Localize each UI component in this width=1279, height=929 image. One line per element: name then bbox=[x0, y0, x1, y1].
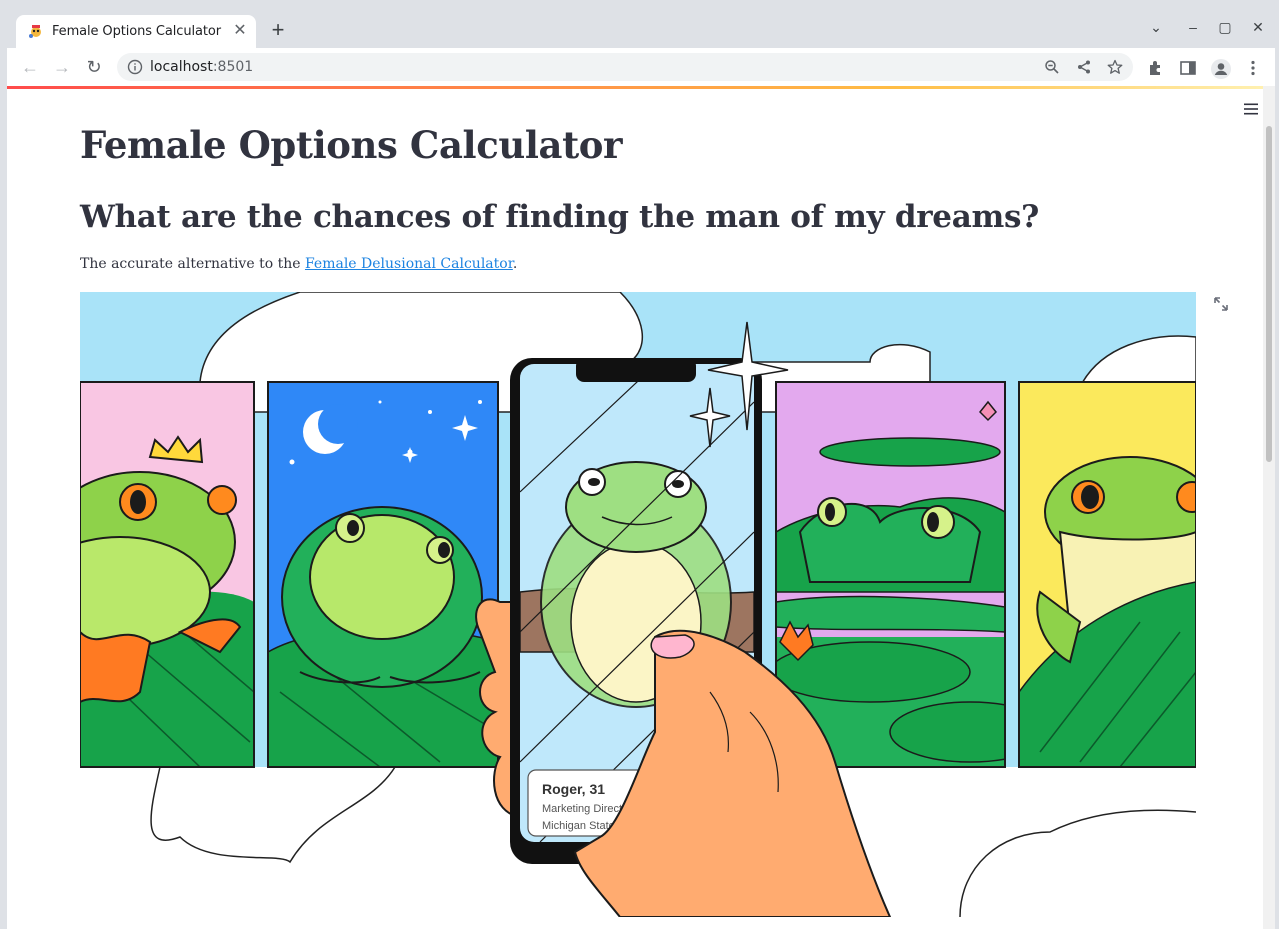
side-panel-icon[interactable] bbox=[1179, 59, 1197, 77]
new-tab-icon[interactable]: + bbox=[267, 19, 289, 42]
profile-name: Roger, 31 bbox=[542, 781, 605, 797]
hero-illustration: Roger, 31 Marketing Director Michigan St… bbox=[80, 292, 1196, 917]
app-menu-icon[interactable] bbox=[1243, 102, 1259, 116]
scrollbar-thumb[interactable] bbox=[1266, 126, 1272, 462]
profile-avatar-icon[interactable] bbox=[1210, 58, 1232, 80]
maximize-icon[interactable]: ▢ bbox=[1211, 16, 1239, 38]
page-title: Female Options Calculator bbox=[80, 123, 623, 167]
delusional-calculator-link[interactable]: Female Delusional Calculator bbox=[305, 256, 513, 272]
page-subtitle: What are the chances of finding the man … bbox=[80, 199, 1039, 235]
url-text[interactable]: localhost:8501 bbox=[150, 59, 253, 75]
streamlit-favicon-icon bbox=[29, 25, 41, 38]
address-bar[interactable]: localhost:8501 bbox=[117, 53, 1133, 81]
header-decoration bbox=[7, 86, 1275, 89]
intro-text: The accurate alternative to the Female D… bbox=[80, 256, 518, 272]
close-window-icon[interactable]: ✕ bbox=[1244, 16, 1272, 38]
back-icon[interactable]: ← bbox=[19, 56, 41, 78]
forward-icon[interactable]: → bbox=[51, 56, 73, 78]
extensions-icon[interactable] bbox=[1147, 59, 1165, 77]
minimize-icon[interactable]: – bbox=[1179, 16, 1207, 38]
site-info-icon[interactable] bbox=[127, 59, 143, 75]
tab-search-icon[interactable]: ⌄ bbox=[1142, 16, 1170, 38]
tab-title: Female Options Calculator bbox=[52, 24, 221, 39]
browser-toolbar: ← → ↻ localhost:8501 bbox=[7, 48, 1275, 86]
share-icon[interactable] bbox=[1076, 59, 1092, 75]
tab-strip: Female Options Calculator ✕ + ⌄ – ▢ ✕ bbox=[7, 6, 1275, 48]
browser-menu-icon[interactable] bbox=[1244, 59, 1262, 77]
streamlit-app: Female Options Calculator What are the c… bbox=[7, 86, 1275, 929]
browser-window: Female Options Calculator ✕ + ⌄ – ▢ ✕ ← … bbox=[7, 6, 1275, 929]
frog-dating-illustration: Roger, 31 Marketing Director Michigan St… bbox=[80, 292, 1196, 917]
zoom-out-icon[interactable] bbox=[1044, 59, 1060, 75]
fullscreen-expand-icon[interactable] bbox=[1213, 296, 1229, 312]
reload-icon[interactable]: ↻ bbox=[83, 56, 105, 78]
bookmark-star-icon[interactable] bbox=[1107, 59, 1123, 75]
browser-tab[interactable]: Female Options Calculator ✕ bbox=[16, 15, 256, 48]
close-tab-icon[interactable]: ✕ bbox=[233, 23, 247, 39]
